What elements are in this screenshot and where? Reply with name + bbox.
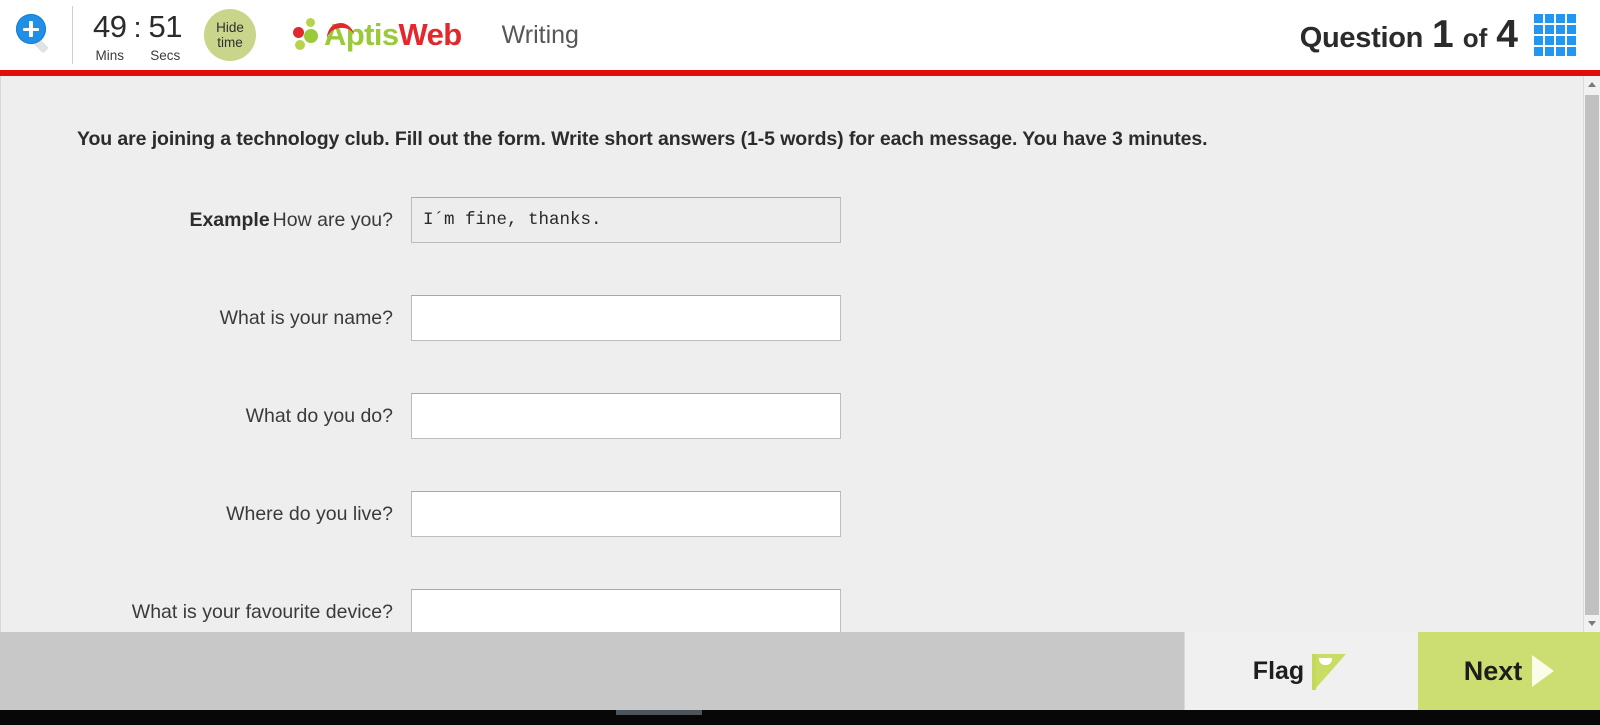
question-row-4: What is your favourite device?: [1, 563, 1585, 632]
scroll-down-arrow-icon[interactable]: [1584, 615, 1600, 632]
zoom-in-button[interactable]: [0, 0, 72, 70]
answer-input-3[interactable]: [411, 491, 841, 537]
grid-cell: [1534, 14, 1543, 23]
flag-button-label: Flag: [1252, 656, 1305, 685]
grid-cell: [1545, 25, 1554, 34]
question-row-2: What do you do?: [1, 367, 1585, 465]
question-label-4: What is your favourite device?: [131, 600, 393, 623]
logo-dot-red: [293, 27, 305, 38]
grid-cell: [1556, 14, 1565, 23]
question-counter: Question 1 of 4: [1300, 13, 1518, 57]
grid-menu-icon[interactable]: [1534, 14, 1576, 56]
question-label-2: What do you do?: [245, 404, 393, 427]
magnifier-plus-vertical: [29, 21, 33, 38]
scroll-up-arrow-icon[interactable]: [1584, 76, 1600, 93]
grid-cell: [1556, 25, 1565, 34]
grid-cell: [1556, 47, 1565, 56]
timer-minutes-label: Mins: [95, 48, 124, 64]
logo-dot-green-small-top: [306, 18, 316, 27]
magnifier-plus-icon: [14, 13, 58, 57]
timer-seconds-value: 51: [148, 9, 183, 45]
hide-time-label-line1: Hide: [216, 20, 244, 35]
question-counter-of: of: [1462, 23, 1488, 53]
timer-minutes-value: 49: [93, 9, 127, 45]
grid-cell: [1567, 36, 1576, 45]
next-button[interactable]: Next: [1418, 632, 1600, 710]
grid-cell: [1545, 47, 1554, 56]
answer-input-4[interactable]: [411, 589, 841, 632]
hide-time-button[interactable]: Hide time: [204, 9, 257, 61]
question-label-3: Where do you live?: [226, 502, 393, 525]
timer-seconds-group: 51 Secs: [148, 9, 183, 64]
bottom-toolbar: Flag Next: [0, 632, 1600, 710]
question-label-1: What is your name?: [219, 306, 393, 329]
answer-input-1[interactable]: [411, 295, 841, 341]
flag-button[interactable]: Flag: [1184, 632, 1418, 710]
grid-cell: [1567, 14, 1576, 23]
chevron-right-icon: [1532, 655, 1555, 687]
logo-dots-icon: [291, 18, 323, 52]
example-question-label: Example How are you?: [1, 209, 411, 232]
scroll-down-triangle: [1588, 621, 1596, 626]
grid-cell: [1567, 47, 1576, 56]
top-header: 49 Mins : 51 Secs Hide time AptisWeb Wri…: [0, 0, 1600, 70]
timer-seconds-label: Secs: [150, 48, 181, 64]
logo-dot-green-large: [304, 29, 319, 43]
header-divider: [72, 6, 73, 64]
grid-cell: [1534, 25, 1543, 34]
flag-icon: [1310, 650, 1350, 692]
question-content-area: You are joining a technology club. Fill …: [0, 76, 1585, 632]
aptisweb-logo: AptisWeb: [291, 10, 462, 60]
scrollbar-thumb[interactable]: [1585, 95, 1599, 633]
example-answer-input: [411, 197, 841, 243]
grid-cell: [1534, 47, 1543, 56]
section-title: Writing: [501, 20, 579, 49]
timer-colon: :: [133, 12, 142, 45]
question-counter-label: Question: [1299, 22, 1424, 54]
hide-time-label-line2: time: [217, 35, 243, 50]
grid-cell: [1545, 14, 1554, 23]
task-instructions: You are joining a technology club. Fill …: [77, 128, 1208, 150]
countdown-timer: 49 Mins : 51 Secs: [93, 7, 183, 64]
logo-wordmark: AptisWeb: [324, 17, 462, 53]
grid-cell: [1556, 36, 1565, 45]
timer-minutes-group: 49 Mins: [93, 9, 127, 64]
os-home-indicator: [616, 710, 702, 715]
os-bottom-strip: [0, 710, 1600, 725]
question-row-3: Where do you live?: [1, 465, 1585, 563]
question-row-1: What is your name?: [1, 269, 1585, 367]
logo-dot-green-small-bottom: [295, 40, 306, 50]
scroll-up-triangle: [1588, 82, 1596, 87]
answers-form: ExampleHow are you? What is your name? W…: [1, 171, 1585, 632]
question-counter-total: 4: [1496, 13, 1518, 56]
logo-text-aptis: Aptis: [324, 17, 399, 52]
aptis-web-test-window: 49 Mins : 51 Secs Hide time AptisWeb Wri…: [0, 0, 1600, 725]
example-question-text: How are you?: [272, 208, 393, 231]
example-tag: Example: [189, 208, 270, 231]
next-button-label: Next: [1463, 655, 1523, 686]
vertical-scrollbar[interactable]: [1583, 76, 1600, 633]
logo-text-web: Web: [398, 17, 463, 52]
example-row: Example How are you?: [1, 171, 1585, 269]
grid-cell: [1567, 25, 1576, 34]
grid-cell: [1545, 36, 1554, 45]
question-counter-current: 1: [1432, 13, 1454, 56]
answer-input-2[interactable]: [411, 393, 841, 439]
grid-cell: [1534, 36, 1543, 45]
